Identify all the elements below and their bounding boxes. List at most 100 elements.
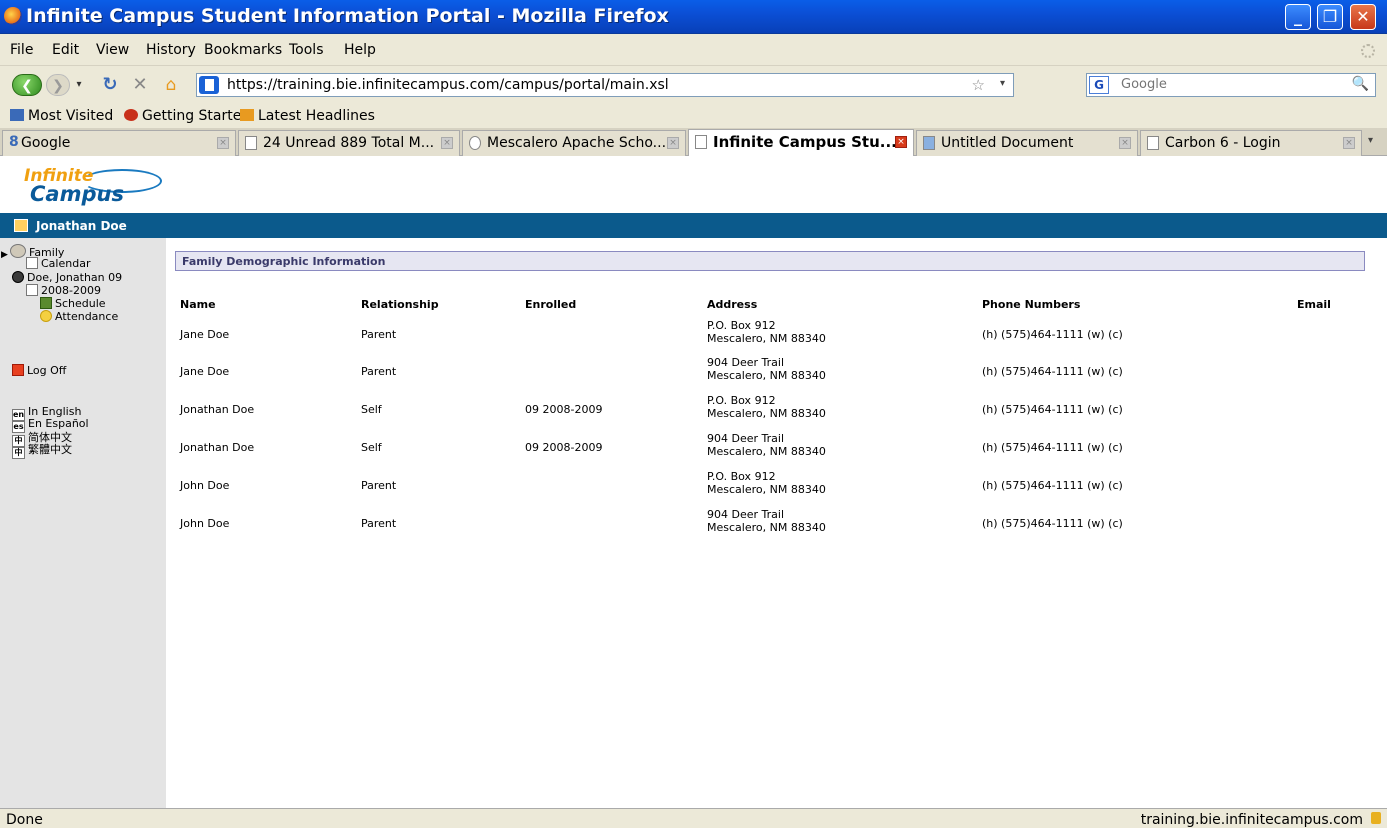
bookmark-label: Most Visited — [28, 108, 114, 124]
tab-strip: Google 8 × 24 Unread 889 Total M... × Me… — [0, 128, 1387, 156]
bookmark-label: Latest Headlines — [258, 108, 375, 124]
most-visited-icon — [10, 109, 24, 121]
sidebar: ▶ Family Calendar Doe, Jonathan 09 2008-… — [0, 238, 166, 808]
cell-name: Jonathan Doe — [180, 441, 255, 454]
sidebar-label: 2008-2009 — [41, 284, 101, 297]
cell-relationship: Parent — [361, 365, 397, 378]
cell-address-line2: Mescalero, NM 88340 — [707, 332, 826, 345]
home-icon[interactable]: ⌂ — [160, 74, 182, 96]
page-icon — [245, 136, 257, 150]
cell-address-line1: P.O. Box 912 — [707, 470, 776, 483]
tab-close-icon[interactable]: × — [1343, 137, 1355, 149]
cell-address-line1: P.O. Box 912 — [707, 394, 776, 407]
bookmark-latest-headlines[interactable]: Latest Headlines — [240, 108, 375, 124]
google-engine-icon[interactable]: G — [1089, 76, 1109, 94]
history-dropdown-icon[interactable]: ▾ — [72, 74, 86, 96]
cell-phone: (h) (575)464-1111 (w) (c) — [982, 403, 1123, 416]
bookmarks-toolbar: Most Visited Getting Started Latest Head… — [0, 104, 1387, 128]
section-header: Family Demographic Information — [175, 251, 1365, 271]
tab-close-icon[interactable]: × — [667, 137, 679, 149]
language-traditional-chinese[interactable]: 中繁體中文 — [12, 441, 72, 459]
url-bar[interactable]: https://training.bie.infinitecampus.com/… — [196, 73, 1014, 97]
close-button[interactable]: ✕ — [1350, 4, 1376, 30]
cell-address-line2: Mescalero, NM 88340 — [707, 445, 826, 458]
cell-phone: (h) (575)464-1111 (w) (c) — [982, 517, 1123, 530]
tab-close-icon[interactable]: × — [1119, 137, 1131, 149]
power-icon — [12, 364, 24, 376]
column-header-name: Name — [180, 298, 216, 311]
column-header-phone: Phone Numbers — [982, 298, 1081, 311]
page-viewport: Infinite Campus Jonathan Doe ▶ Family Ca… — [0, 157, 1387, 808]
menu-file[interactable]: File — [10, 42, 33, 58]
bookmark-star-icon[interactable]: ☆ — [972, 76, 985, 94]
tab-list-dropdown-icon[interactable]: ▾ — [1368, 135, 1373, 146]
url-text[interactable]: https://training.bie.infinitecampus.com/… — [227, 77, 669, 93]
menu-bookmarks[interactable]: Bookmarks — [204, 42, 282, 58]
cell-enrolled: 09 2008-2009 — [525, 403, 603, 416]
menu-edit[interactable]: Edit — [52, 42, 79, 58]
calendar-icon — [26, 284, 38, 296]
tab-google[interactable]: Google 8 × — [2, 130, 236, 156]
tab-label: Google — [21, 135, 71, 151]
loading-icon — [469, 136, 481, 150]
sidebar-item-year[interactable]: 2008-2009 — [26, 284, 101, 297]
schedule-icon — [40, 297, 52, 309]
infinite-campus-logo: Infinite Campus — [14, 164, 174, 212]
logo-text-campus: Campus — [30, 182, 124, 206]
forward-button[interactable]: ❯ — [46, 74, 70, 96]
sidebar-item-calendar[interactable]: Calendar — [26, 257, 90, 270]
url-dropdown-icon[interactable]: ▾ — [1000, 78, 1005, 89]
tab-carbon-login[interactable]: Carbon 6 - Login × — [1140, 130, 1362, 156]
bookmark-getting-started[interactable]: Getting Started — [124, 108, 250, 124]
site-identity-icon[interactable] — [199, 76, 219, 94]
sidebar-label: Attendance — [55, 310, 119, 323]
cell-relationship: Parent — [361, 517, 397, 530]
bookmark-most-visited[interactable]: Most Visited — [10, 108, 113, 124]
tab-label: Untitled Document — [941, 135, 1074, 151]
rss-icon — [240, 109, 254, 121]
log-off-link[interactable]: Log Off — [12, 364, 66, 377]
tab-close-icon[interactable]: × — [217, 137, 229, 149]
maximize-button[interactable]: ❐ — [1317, 4, 1343, 30]
sidebar-label: Log Off — [27, 364, 67, 377]
search-input[interactable] — [1121, 77, 1341, 92]
sidebar-item-attendance[interactable]: Attendance — [40, 310, 118, 323]
family-icon — [10, 244, 26, 258]
cell-address-line1: 904 Deer Trail — [707, 356, 784, 369]
tab-untitled-document[interactable]: Untitled Document × — [916, 130, 1138, 156]
image-icon — [923, 136, 935, 150]
getting-started-icon — [124, 109, 138, 121]
status-text: Done — [6, 812, 43, 828]
user-name: Jonathan Doe — [36, 219, 127, 233]
lock-icon[interactable] — [1371, 812, 1381, 824]
cell-relationship: Self — [361, 441, 382, 454]
menu-help[interactable]: Help — [344, 42, 376, 58]
cell-enrolled: 09 2008-2009 — [525, 441, 603, 454]
sidebar-item-schedule[interactable]: Schedule — [40, 297, 106, 310]
search-bar[interactable]: G 🔍 — [1086, 73, 1376, 97]
window-title: Infinite Campus Student Information Port… — [26, 5, 669, 27]
tab-mescalero[interactable]: Mescalero Apache Scho... × — [462, 130, 686, 156]
tab-infinite-campus[interactable]: Infinite Campus Stu... × — [688, 129, 914, 156]
cell-address-line2: Mescalero, NM 88340 — [707, 521, 826, 534]
sidebar-label: Doe, Jonathan 09 — [27, 271, 123, 284]
reload-icon[interactable]: ↻ — [100, 74, 120, 96]
sidebar-item-student[interactable]: Doe, Jonathan 09 — [12, 271, 122, 284]
cell-address-line2: Mescalero, NM 88340 — [707, 407, 826, 420]
menu-tools[interactable]: Tools — [289, 42, 324, 58]
cell-address-line1: 904 Deer Trail — [707, 508, 784, 521]
cell-phone: (h) (575)464-1111 (w) (c) — [982, 479, 1123, 492]
tab-close-icon[interactable]: × — [895, 136, 907, 148]
back-button[interactable]: ❮ — [12, 74, 42, 96]
search-icon[interactable]: 🔍 — [1352, 76, 1369, 92]
navigation-toolbar: ❮ ❯ ▾ ↻ ✕ ⌂ https://training.bie.infinit… — [0, 66, 1387, 104]
cell-relationship: Self — [361, 403, 382, 416]
stop-icon[interactable]: ✕ — [130, 74, 150, 96]
cell-name: Jane Doe — [180, 328, 230, 341]
menu-view[interactable]: View — [96, 42, 129, 58]
minimize-button[interactable]: _ — [1285, 4, 1311, 30]
tab-close-icon[interactable]: × — [441, 137, 453, 149]
main-content: Family Demographic Information Name Rela… — [166, 238, 1387, 808]
menu-history[interactable]: History — [146, 42, 196, 58]
tab-unread-mail[interactable]: 24 Unread 889 Total M... × — [238, 130, 460, 156]
